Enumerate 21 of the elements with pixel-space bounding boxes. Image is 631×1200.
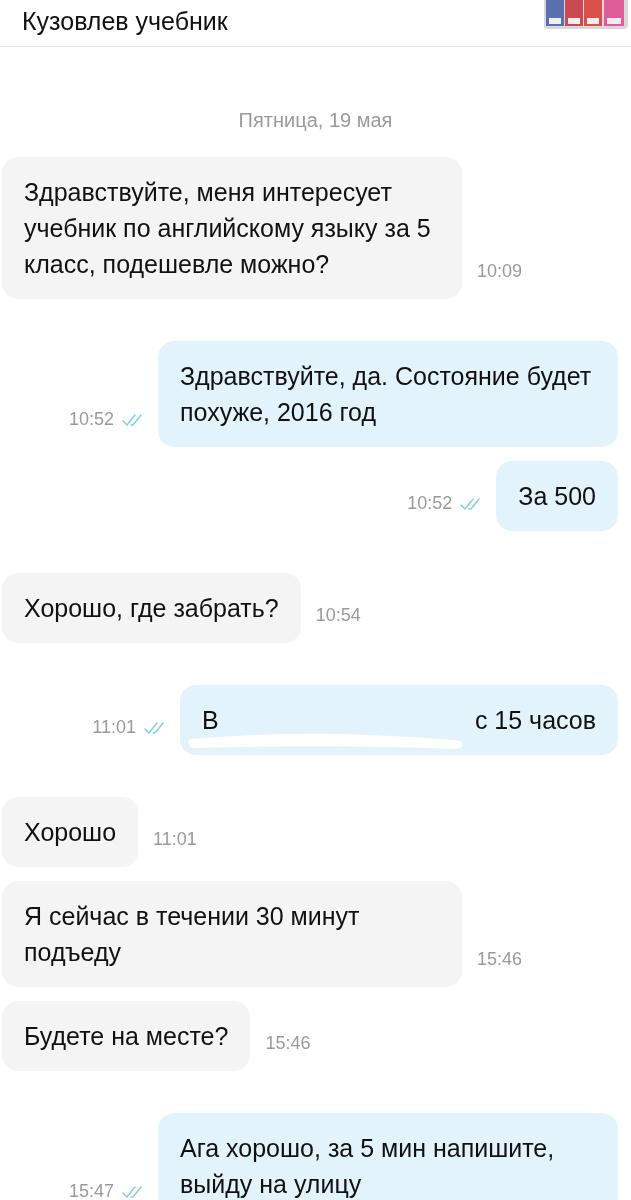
incoming-message-bubble: Будете на месте? <box>2 1001 251 1071</box>
outgoing-message-bubble: За 500 <box>496 461 618 531</box>
date-divider: Пятница, 19 мая <box>238 108 393 133</box>
chat-title: Кузовлев учебник <box>21 6 228 37</box>
message-time: 11:01 <box>92 716 136 739</box>
message-time: 11:01 <box>153 828 197 851</box>
incoming-message-bubble: Хорошо, где забрать? <box>2 573 301 643</box>
message-text: В <box>202 705 219 736</box>
message-time: 15:47 <box>68 1180 114 1200</box>
incoming-message-bubble: Хорошо <box>2 797 139 867</box>
incoming-message-bubble: Здравствуйте, меня интересует учебник по английскому языку за 5 класс, подешевле можно? <box>2 157 462 299</box>
message-text: с 15 часов <box>474 705 596 736</box>
incoming-message-bubble: Я сейчас в течении 30 минут подъеду <box>2 881 462 987</box>
message-time: 10:52 <box>407 492 453 515</box>
outgoing-message-bubble: Ага хорошо, за 5 мин напишите, выйду на улицу <box>158 1113 618 1200</box>
message-time: 10:09 <box>477 260 523 283</box>
message-time: 10:52 <box>68 408 114 431</box>
message-time: 15:46 <box>265 1032 311 1055</box>
outgoing-message-bubble: Здравствуйте, да. Состояние будет похуже, 2016 год <box>158 341 618 447</box>
message-time: 10:54 <box>315 604 361 627</box>
message-time: 15:46 <box>477 948 523 971</box>
